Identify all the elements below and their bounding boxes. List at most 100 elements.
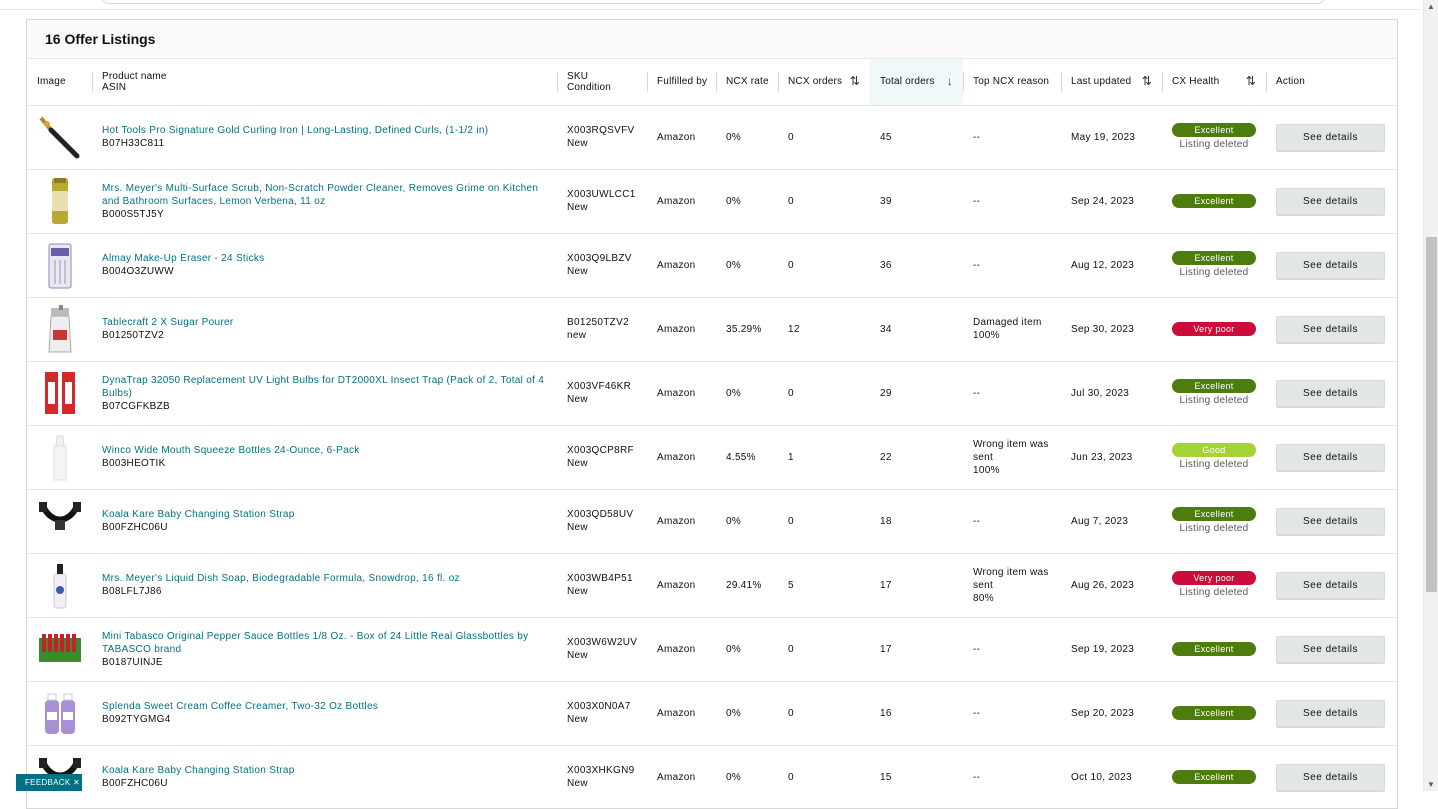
sort-down-arrow-icon[interactable]: ↓ — [947, 74, 953, 88]
see-details-button[interactable]: See details — [1276, 763, 1385, 791]
product-name-link[interactable]: Mini Tabasco Original Pepper Sauce Bottl… — [102, 630, 557, 656]
action-cell: See details — [1266, 361, 1397, 426]
sku: B01250TZV2 — [567, 317, 629, 328]
product-image-cell[interactable] — [27, 681, 92, 746]
product-image-cell[interactable] — [27, 489, 92, 554]
ncx-orders: 12 — [778, 297, 870, 362]
ncx-rate: 0% — [716, 169, 778, 234]
product-name-link[interactable]: Almay Make-Up Eraser - 24 Sticks — [102, 252, 557, 265]
product-thumbnail[interactable] — [37, 304, 92, 354]
product-thumbnail[interactable] — [37, 240, 92, 290]
col-ncx-orders[interactable]: NCX orders ⇅ — [778, 59, 870, 106]
product-image-cell[interactable] — [27, 169, 92, 234]
col-last-updated[interactable]: Last updated ⇅ — [1061, 59, 1162, 106]
sku: X003W6W2UV — [567, 637, 638, 648]
fulfilled-by: Amazon — [647, 297, 716, 362]
table-row: Koala Kare Baby Changing Station Strap B0… — [27, 745, 1397, 808]
product-image-cell[interactable] — [27, 617, 92, 682]
product-name-link[interactable]: DynaTrap 32050 Replacement UV Light Bulb… — [102, 374, 557, 400]
top-ncx-reason: -- — [963, 233, 1061, 298]
see-details-button[interactable]: See details — [1276, 315, 1385, 343]
product-name-cell: Splenda Sweet Cream Coffee Creamer, Two-… — [92, 681, 557, 746]
product-thumbnail[interactable] — [37, 432, 92, 482]
product-thumbnail[interactable] — [37, 624, 92, 674]
table-row: Koala Kare Baby Changing Station Strap B0… — [27, 489, 1397, 554]
ncx-rate: 29.41% — [716, 553, 778, 618]
scrollbar-thumb[interactable] — [1426, 237, 1437, 592]
see-details-button[interactable]: See details — [1276, 443, 1385, 471]
cx-health-cell: Excellent Listing deleted — [1162, 233, 1266, 298]
table-body: Hot Tools Pro Signature Gold Curling Iro… — [27, 105, 1397, 808]
product-name-link[interactable]: Mrs. Meyer's Liquid Dish Soap, Biodegrad… — [102, 572, 557, 585]
feedback-button[interactable]: FEEDBACK ✕ — [16, 774, 82, 791]
cx-health-badge: Excellent — [1172, 507, 1256, 521]
scroll-up-icon[interactable]: ▲ — [1427, 2, 1435, 11]
see-details-button[interactable]: See details — [1276, 635, 1385, 663]
product-name-link[interactable]: Tablecraft 2 X Sugar Pourer — [102, 316, 557, 329]
see-details-button[interactable]: See details — [1276, 379, 1385, 407]
reason-line: -- — [973, 771, 981, 783]
product-name-link[interactable]: Winco Wide Mouth Squeeze Bottles 24-Ounc… — [102, 444, 557, 457]
condition: new — [567, 330, 587, 341]
sort-updown-icon[interactable]: ⇅ — [1142, 74, 1152, 88]
ncx-orders: 0 — [778, 361, 870, 426]
product-name-link[interactable]: Splenda Sweet Cream Coffee Creamer, Two-… — [102, 700, 557, 713]
scroll-down-icon[interactable]: ▼ — [1427, 780, 1435, 789]
reason-line: 80% — [973, 592, 994, 604]
sort-updown-icon[interactable]: ⇅ — [1246, 74, 1256, 88]
col-total-orders[interactable]: Total orders ↓ — [870, 59, 963, 106]
asin: B01250TZV2 — [102, 330, 164, 341]
see-details-button[interactable]: See details — [1276, 571, 1385, 599]
see-details-button[interactable]: See details — [1276, 251, 1385, 279]
top-ncx-reason: -- — [963, 105, 1061, 170]
page-scrollbar[interactable]: ▲ ▼ — [1423, 0, 1438, 791]
see-details-button[interactable]: See details — [1276, 507, 1385, 535]
cx-health-badge: Excellent — [1172, 705, 1256, 720]
product-name-link[interactable]: Koala Kare Baby Changing Station Strap — [102, 764, 557, 777]
condition: New — [567, 522, 588, 533]
cx-health-cell: Excellent — [1162, 681, 1266, 746]
col-ncx-rate: NCX rate — [716, 59, 778, 106]
col-cx-health[interactable]: CX Health ⇅ — [1162, 59, 1266, 106]
product-image-cell[interactable] — [27, 425, 92, 490]
search-pill[interactable] — [100, 0, 1326, 4]
product-name-link[interactable]: Koala Kare Baby Changing Station Strap — [102, 508, 557, 521]
product-image-cell[interactable] — [27, 297, 92, 362]
total-orders: 36 — [870, 233, 963, 298]
product-thumbnail[interactable] — [37, 368, 92, 418]
sku: X003RQSVFV — [567, 125, 635, 136]
ncx-rate: 0% — [716, 361, 778, 426]
cx-health-cell: Excellent — [1162, 745, 1266, 808]
product-name-link[interactable]: Hot Tools Pro Signature Gold Curling Iro… — [102, 124, 557, 137]
ncx-rate: 0% — [716, 105, 778, 170]
see-details-button[interactable]: See details — [1276, 187, 1385, 215]
product-thumbnail[interactable] — [37, 112, 92, 162]
see-details-button[interactable]: See details — [1276, 123, 1385, 151]
reason-line: -- — [973, 259, 981, 271]
asin: B003HEOTIK — [102, 458, 166, 469]
product-thumbnail[interactable] — [37, 688, 92, 738]
cx-health-cell: Good Listing deleted — [1162, 425, 1266, 490]
top-ncx-reason: -- — [963, 681, 1061, 746]
sku-cell: X003Q9LBZV New — [557, 233, 647, 298]
sku: X003QCP8RF — [567, 445, 634, 456]
product-thumbnail[interactable] — [37, 560, 92, 610]
product-image-cell[interactable] — [27, 105, 92, 170]
ncx-orders: 0 — [778, 169, 870, 234]
product-thumbnail[interactable] — [37, 176, 92, 226]
ncx-orders: 0 — [778, 489, 870, 554]
product-thumbnail[interactable] — [37, 496, 92, 546]
card-title: 16 Offer Listings — [27, 20, 1397, 59]
last-updated: Sep 30, 2023 — [1061, 297, 1162, 362]
product-image-cell[interactable] — [27, 361, 92, 426]
sku-cell: X003WB4P51 New — [557, 553, 647, 618]
action-cell: See details — [1266, 297, 1397, 362]
sort-updown-icon[interactable]: ⇅ — [850, 74, 860, 88]
total-orders: 34 — [870, 297, 963, 362]
product-image-cell[interactable] — [27, 553, 92, 618]
offer-listings-card: 16 Offer Listings Image Product name ASIN… — [26, 19, 1398, 809]
last-updated: Aug 12, 2023 — [1061, 233, 1162, 298]
product-name-link[interactable]: Mrs. Meyer's Multi-Surface Scrub, Non-Sc… — [102, 182, 557, 208]
see-details-button[interactable]: See details — [1276, 699, 1385, 727]
product-image-cell[interactable] — [27, 233, 92, 298]
